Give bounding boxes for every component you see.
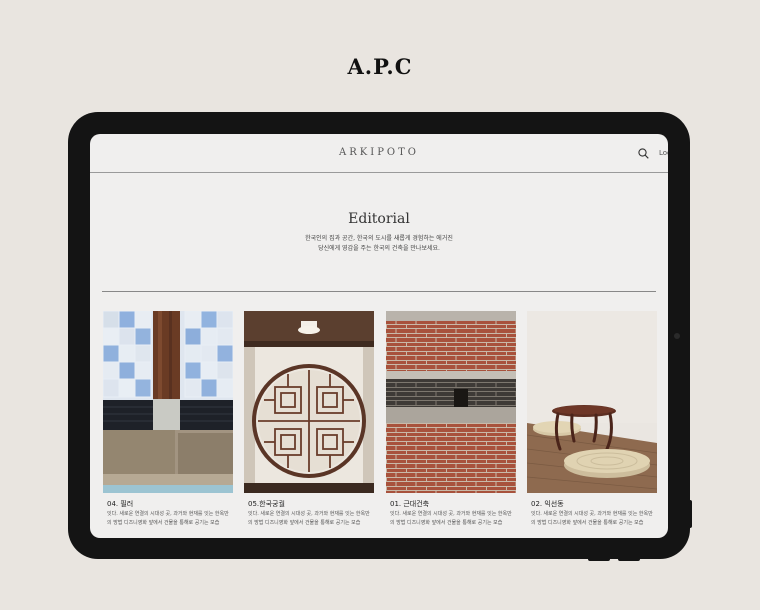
card-image[interactable] bbox=[386, 311, 516, 493]
page-title: Editorial bbox=[348, 211, 410, 227]
description-line: 당신에게 영감을 주는 한국의 건축을 만나보세요. bbox=[318, 245, 440, 252]
divider bbox=[102, 291, 656, 292]
card-description: 잇다. 새로운 연결의 시대성 곳, 과거와 현재를 잇는 한옥만의 방법 디즈… bbox=[531, 511, 653, 526]
card-image[interactable] bbox=[103, 311, 233, 493]
card-description: 잇다. 새로운 연결의 시대성 곳, 과거와 현재를 잇는 한옥만의 방법 디즈… bbox=[107, 511, 229, 526]
page-description: 한국인의 집과 공간, 한국의 도시를 새롭게 경험하는 에거진 당신에게 영감… bbox=[90, 234, 668, 254]
brand-title: A.P.C bbox=[347, 54, 413, 79]
editorial-card[interactable]: 05.한국궁궐 잇다. 새로운 연결의 시대성 곳, 과거와 현재를 잇는 한옥… bbox=[244, 311, 374, 538]
tablet-screen: ARKIPOTO Log Editorial 한국인의 집과 공간, 한국의 도… bbox=[90, 134, 668, 538]
card-title[interactable]: 02. 익선동 bbox=[531, 499, 564, 509]
search-icon[interactable] bbox=[638, 148, 649, 159]
editorial-card[interactable]: 01. 근대건축 잇다. 새로운 연결의 시대성 곳, 과거와 현재를 잇는 한… bbox=[386, 311, 516, 538]
login-link[interactable]: Log bbox=[659, 149, 668, 157]
site-header: ARKIPOTO Log bbox=[90, 134, 668, 173]
volume-button bbox=[618, 558, 640, 561]
card-title[interactable]: 01. 근대건축 bbox=[390, 499, 429, 509]
camera-dot bbox=[674, 333, 680, 339]
site-logo[interactable]: ARKIPOTO bbox=[90, 147, 668, 158]
card-image[interactable] bbox=[527, 311, 657, 493]
volume-button bbox=[588, 558, 610, 561]
card-description: 잇다. 새로운 연결의 시대성 곳, 과거와 현재를 잇는 한옥만의 방법 디즈… bbox=[248, 511, 370, 526]
card-image[interactable] bbox=[244, 311, 374, 493]
card-description: 잇다. 새로운 연결의 시대성 곳, 과거와 현재를 잇는 한옥만의 방법 디즈… bbox=[390, 511, 512, 526]
editorial-card[interactable]: 02. 익선동 잇다. 새로운 연결의 시대성 곳, 과거와 현재를 잇는 한옥… bbox=[527, 311, 657, 538]
card-title[interactable]: 05.한국궁궐 bbox=[248, 499, 285, 509]
side-button bbox=[688, 500, 692, 528]
editorial-card[interactable]: 04. 필러 잇다. 새로운 연결의 시대성 곳, 과거와 현재를 잇는 한옥만… bbox=[103, 311, 233, 538]
card-title[interactable]: 04. 필러 bbox=[107, 499, 133, 509]
description-line: 한국인의 집과 공간, 한국의 도시를 새롭게 경험하는 에거진 bbox=[305, 235, 453, 242]
